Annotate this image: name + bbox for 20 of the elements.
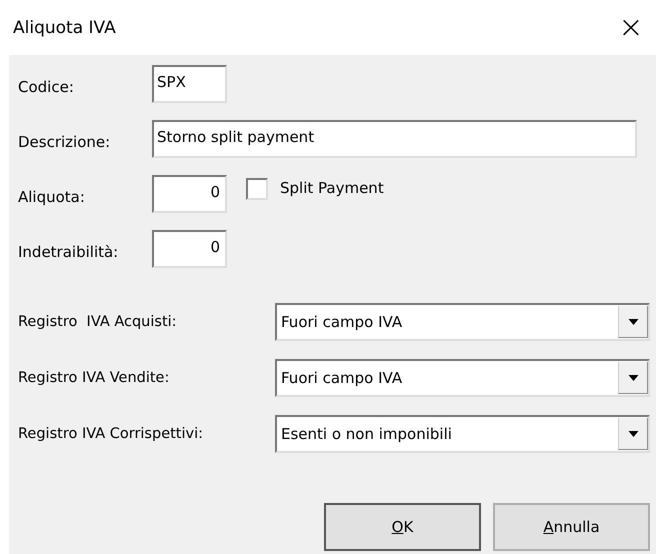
field-label: Descrizione: [18, 132, 112, 151]
dropdown[interactable]: Fuori campo IVA [275, 359, 650, 397]
field-label: Registro IVA Acquisti: [18, 314, 178, 330]
checkbox-label[interactable]: Split Payment [280, 179, 384, 197]
checkbox[interactable] [246, 178, 268, 200]
window-title: Aliquota IVA [13, 18, 116, 38]
input-field[interactable]: 0 [152, 230, 227, 268]
dropdown[interactable]: Fuori campo IVA [275, 303, 650, 341]
field-label: Codice: [18, 77, 75, 96]
field-label: Registro IVA Vendite: [18, 370, 170, 386]
input-field[interactable]: SPX [152, 65, 227, 103]
close-button[interactable]: × [606, 2, 656, 52]
input-field[interactable]: 0 [152, 175, 227, 213]
dropdown[interactable]: Esenti o non imponibili [275, 415, 650, 453]
field-label: Aliquota: [18, 187, 86, 206]
dialog-button[interactable]: Annulla [493, 503, 650, 551]
field-label: Registro IVA Corrispettivi: [18, 426, 204, 442]
field-label: Indetraibilità: [18, 242, 120, 261]
dialog-button[interactable]: OK [324, 503, 481, 551]
input-field[interactable]: Storno split payment [152, 120, 637, 158]
